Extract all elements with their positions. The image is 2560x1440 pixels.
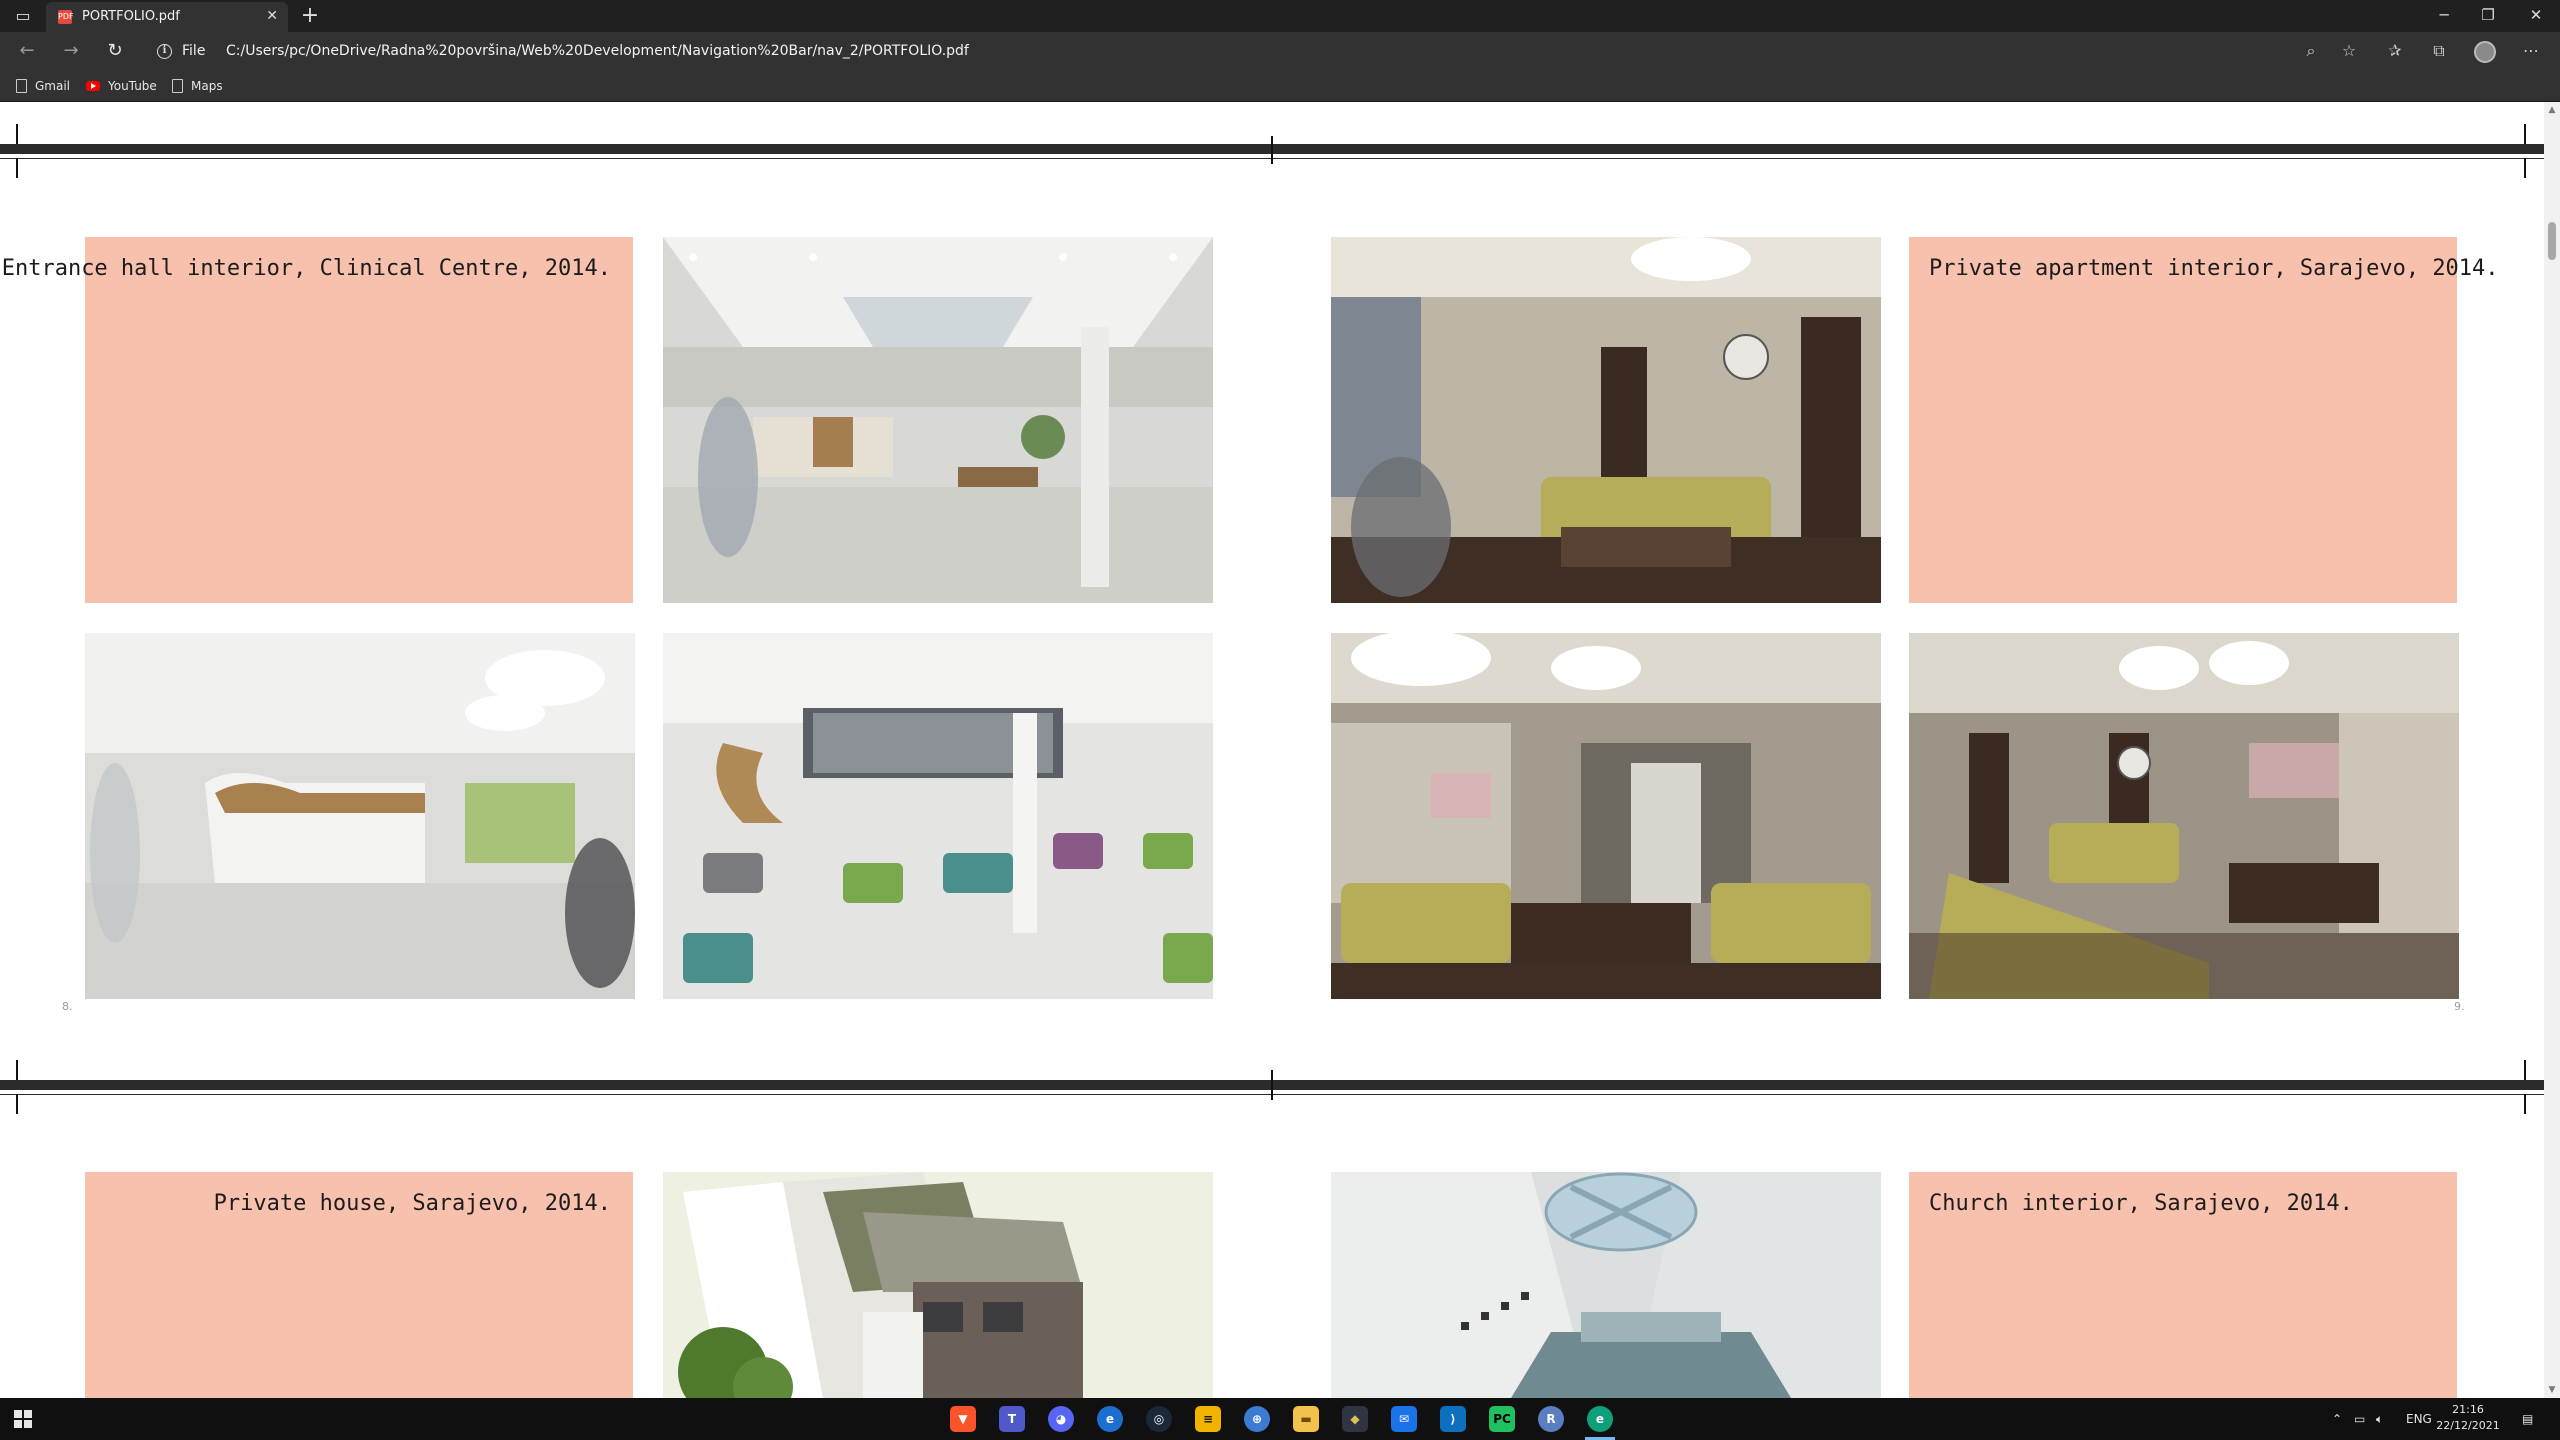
clock[interactable]: 21:16 22/12/2021	[2430, 1402, 2506, 1434]
address-toolbar: ← → ↻ i File C:/Users/pc/OneDrive/Radna%…	[0, 32, 2560, 70]
r-icon[interactable]: R	[1538, 1406, 1564, 1432]
restore-icon[interactable]: ❐	[2466, 4, 2510, 26]
collections-icon[interactable]: ⧉	[2426, 40, 2452, 62]
site-info-icon[interactable]: i	[157, 44, 172, 59]
caption-block-house: Private house, Sarajevo, 2014.	[85, 1172, 633, 1398]
close-window-icon[interactable]: ✕	[2514, 4, 2558, 26]
bookmark-maps[interactable]: Maps	[172, 76, 223, 96]
crop-mark	[16, 1060, 18, 1080]
volume-icon[interactable]: 🔈︎	[2376, 1410, 2383, 1428]
start-windows-icon[interactable]	[14, 1410, 32, 1428]
notifications-icon[interactable]: ▤	[2522, 1410, 2533, 1428]
caption-block-apartment: Private apartment interior, Sarajevo, 20…	[1909, 237, 2499, 603]
apartment-render-1	[1331, 237, 1881, 603]
more-menu-icon[interactable]: ⋯	[2518, 40, 2544, 62]
close-tab-icon[interactable]: ✕	[266, 7, 278, 25]
scroll-down-icon[interactable]: ▼	[2544, 1382, 2560, 1398]
crop-mark	[1271, 136, 1273, 164]
sourcetree-icon[interactable]: ◆	[1342, 1406, 1368, 1432]
crop-mark	[16, 124, 18, 144]
caption-private-apartment: Private apartment interior, Sarajevo, 20…	[1929, 256, 2499, 281]
church-interior-render	[1331, 1172, 1881, 1398]
favorites-icon[interactable]: ✰	[2382, 40, 2408, 62]
page-icon	[172, 79, 183, 93]
bookmarks-bar: Gmail YouTube Maps	[0, 70, 2560, 102]
clock-time: 21:16	[2452, 1403, 2484, 1416]
brave-icon[interactable]: ▼	[950, 1406, 976, 1432]
private-house-render	[663, 1172, 1213, 1398]
bookmark-gmail[interactable]: Gmail	[16, 76, 70, 96]
zoom-icon[interactable]: ⌕	[2298, 40, 2324, 62]
profile-avatar[interactable]	[2474, 41, 2496, 63]
caption-church-interior: Church interior, Sarajevo, 2014.	[1929, 1191, 2353, 1216]
ableton-icon[interactable]: ≡	[1195, 1406, 1221, 1432]
crop-mark	[2524, 1094, 2526, 1114]
forward-arrow-icon[interactable]: →	[58, 40, 84, 62]
tab-title: PORTFOLIO.pdf	[82, 9, 180, 24]
edge-dev-icon[interactable]: e	[1097, 1406, 1123, 1432]
mail-icon[interactable]: ✉	[1391, 1406, 1417, 1432]
language-indicator[interactable]: ENG	[2406, 1410, 2432, 1428]
clock-date: 22/12/2021	[2436, 1419, 2500, 1432]
minimize-icon[interactable]: ─	[2422, 4, 2466, 26]
caption-entrance-hall: Entrance hall interior, Clinical Centre,…	[1, 256, 611, 281]
network-icon[interactable]: ▭	[2354, 1410, 2365, 1428]
youtube-icon	[86, 81, 100, 91]
entrance-hall-render-2	[85, 633, 635, 999]
vertical-scrollbar[interactable]: ▲ ▼	[2544, 102, 2560, 1398]
file-scheme-label: File	[182, 43, 206, 59]
scroll-thumb[interactable]	[2548, 222, 2556, 260]
address-bar-url[interactable]: C:/Users/pc/OneDrive/Radna%20površina/We…	[226, 42, 969, 60]
bookmark-label: Gmail	[35, 79, 71, 93]
title-bar: ▭ PDF PORTFOLIO.pdf ✕ + ─ ❐ ✕	[0, 0, 2560, 32]
crop-mark	[2524, 124, 2526, 144]
file-explorer-icon[interactable]: ▬	[1293, 1406, 1319, 1432]
pycharm-icon[interactable]: PC	[1489, 1406, 1515, 1432]
caption-block-entrance: Entrance hall interior, Clinical Centre,…	[2, 237, 633, 603]
page-number-left: 8.	[62, 1000, 73, 1013]
refresh-icon[interactable]: ↻	[102, 40, 128, 62]
crop-mark	[2524, 158, 2526, 178]
crop-mark	[2524, 1060, 2526, 1080]
entrance-hall-render-3	[663, 633, 1213, 999]
back-arrow-icon[interactable]: ←	[14, 40, 40, 62]
tab-portfolio[interactable]: PDF PORTFOLIO.pdf ✕	[46, 2, 288, 32]
windows-taskbar: ▼ T ◕ e ◎ ≡ ⊕ ▬ ◆ ✉ ⟩ PC R e ⌃ ▭ 🔈︎ ENG …	[0, 1398, 2560, 1440]
discord-icon[interactable]: ◕	[1048, 1406, 1074, 1432]
pdf-viewer[interactable]: Entrance hall interior, Clinical Centre,…	[0, 102, 2560, 1398]
crop-mark	[1271, 1070, 1273, 1100]
page-icon	[16, 79, 27, 93]
caption-private-house: Private house, Sarajevo, 2014.	[213, 1191, 611, 1216]
new-tab-icon[interactable]: +	[296, 4, 324, 28]
caption-block-church: Church interior, Sarajevo, 2014.	[1909, 1172, 2457, 1398]
steam-icon[interactable]: ◎	[1146, 1406, 1172, 1432]
tab-actions-icon[interactable]: ▭	[8, 6, 38, 26]
bookmark-label: Maps	[191, 79, 223, 93]
apartment-render-3	[1909, 633, 2459, 999]
teams-icon[interactable]: T	[999, 1406, 1025, 1432]
bookmark-youtube[interactable]: YouTube	[86, 76, 157, 96]
entrance-hall-render-1	[663, 237, 1213, 603]
vscode-icon[interactable]: ⟩	[1440, 1406, 1466, 1432]
vpn-icon[interactable]: ⊕	[1244, 1406, 1270, 1432]
crop-mark	[16, 1094, 18, 1114]
edge-icon[interactable]: e	[1587, 1406, 1613, 1432]
show-hidden-icons-icon[interactable]: ⌃	[2332, 1410, 2342, 1428]
apartment-render-2	[1331, 633, 1881, 999]
add-favorite-icon[interactable]: ☆	[2336, 40, 2362, 62]
pdf-file-icon: PDF	[58, 10, 74, 24]
crop-mark	[16, 158, 18, 178]
bookmark-label: YouTube	[108, 79, 157, 93]
scroll-up-icon[interactable]: ▲	[2544, 102, 2560, 118]
page-number-right: 9.	[2454, 1000, 2465, 1013]
